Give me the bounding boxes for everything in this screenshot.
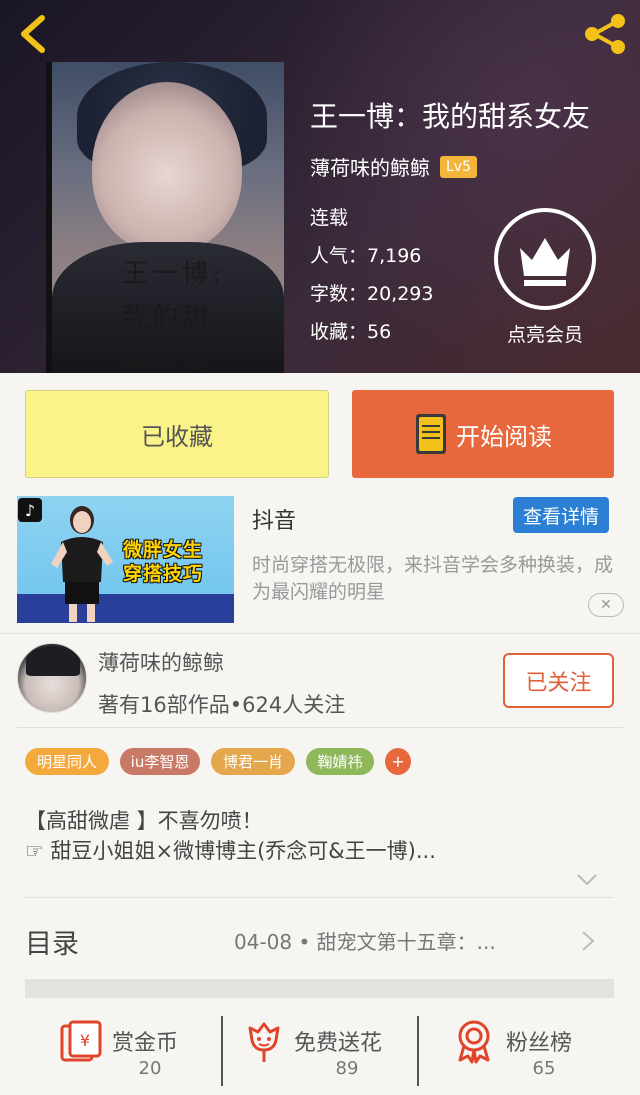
add-tag-button[interactable]: + — [385, 748, 411, 775]
word-count-stat: 字数：20,293 — [310, 283, 434, 305]
catalog-latest-chapter[interactable]: 04-08 • 甜宠文第十五章：... — [234, 926, 564, 955]
svg-text:¥: ¥ — [80, 1031, 90, 1050]
ad-model-figure — [51, 506, 113, 622]
reward-coins-value: 20 — [138, 1058, 162, 1079]
book-cover[interactable]: 王一博:我的甜系女友 — [46, 62, 284, 373]
book-description[interactable]: 【高甜微虐 】不喜勿喷！ ☞ 甜豆小姐姐×微博博主(乔念可&王一博)... — [25, 806, 605, 866]
level-badge: Lv5 — [440, 155, 477, 178]
ad-caption: 微胖女生 穿搭技巧 — [123, 538, 203, 586]
ad-description: 时尚穿搭无极限，来抖音学会多种换装，成为最闪耀的明星 — [252, 554, 614, 603]
author-card-name[interactable]: 薄荷味的鲸鲸 — [98, 647, 224, 677]
description-line1: 【高甜微虐 】不喜勿喷！ — [25, 809, 263, 833]
fan-rank-value: 65 — [532, 1058, 556, 1079]
ad-detail-button[interactable]: 查看详情 — [513, 497, 609, 533]
share-button[interactable] — [580, 12, 630, 56]
cover-text: 王一博:我的甜系女友 — [122, 259, 225, 373]
divider — [417, 1016, 419, 1086]
reward-coins-label: 赏金币 — [112, 1031, 179, 1056]
catalog-chevron-right-icon[interactable] — [580, 930, 596, 952]
start-reading-label: 开始阅读 — [456, 422, 552, 451]
award-ribbon-icon — [458, 1020, 490, 1064]
crown-icon — [520, 238, 570, 286]
description-line2: ☞ 甜豆小姐姐×微博博主(乔念可&王一博)... — [25, 839, 436, 863]
favorites-stat: 收藏：56 — [310, 321, 392, 343]
favorited-button[interactable]: 已收藏 — [25, 390, 329, 478]
popularity-stat: 人气：7,196 — [310, 245, 422, 267]
book-status: 连载 — [310, 207, 349, 229]
red-envelope-icon: ¥ — [60, 1020, 102, 1062]
author-row: 薄荷味的鲸鲸 Lv5 — [310, 152, 477, 181]
ad-image[interactable]: 微胖女生 穿搭技巧 ♪ — [17, 496, 234, 623]
free-flowers-value: 89 — [335, 1058, 359, 1079]
ad-caption-line1: 微胖女生 — [123, 539, 204, 561]
flower-icon — [248, 1022, 280, 1062]
divider — [221, 1016, 223, 1086]
back-arrow-icon — [21, 15, 45, 53]
start-reading-button[interactable]: 开始阅读 — [352, 390, 614, 478]
section-separator — [25, 979, 614, 998]
member-button[interactable] — [494, 208, 596, 310]
follow-button[interactable]: 已关注 — [503, 653, 614, 708]
expand-chevron-down-icon[interactable] — [576, 872, 598, 888]
member-label[interactable]: 点亮会员 — [494, 320, 596, 347]
ad-caption-line2: 穿搭技巧 — [123, 563, 204, 585]
ad-title: 抖音 — [252, 509, 297, 534]
book-title: 王一博：我的甜系女友 — [310, 100, 591, 133]
catalog-label[interactable]: 目录 — [25, 922, 79, 961]
ad-close-icon[interactable]: ✕ — [588, 593, 624, 617]
author-card-meta: 著有16部作品•624人关注 — [98, 693, 346, 717]
book-icon — [416, 414, 446, 454]
divider — [0, 633, 640, 634]
author-name[interactable]: 薄荷味的鲸鲸 — [310, 152, 430, 181]
divider — [17, 727, 623, 728]
tag-1[interactable]: iu李智恩 — [120, 748, 200, 775]
author-avatar[interactable] — [17, 643, 87, 713]
fan-rank-label: 粉丝榜 — [506, 1031, 573, 1056]
tag-2[interactable]: 博君一肖 — [211, 748, 295, 775]
cover-face — [92, 82, 242, 252]
tiktok-logo-icon: ♪ — [18, 498, 42, 522]
divider — [25, 897, 614, 898]
free-flowers-label: 免费送花 — [294, 1031, 383, 1056]
share-icon — [585, 14, 625, 54]
book-header: 王一博:我的甜系女友 王一博：我的甜系女友 薄荷味的鲸鲸 Lv5 连载 人气：7… — [0, 0, 640, 373]
avatar-hat — [26, 646, 80, 676]
tag-0[interactable]: 明星同人 — [25, 748, 109, 775]
back-button[interactable] — [14, 12, 54, 56]
tag-3[interactable]: 鞠婧祎 — [306, 748, 374, 775]
